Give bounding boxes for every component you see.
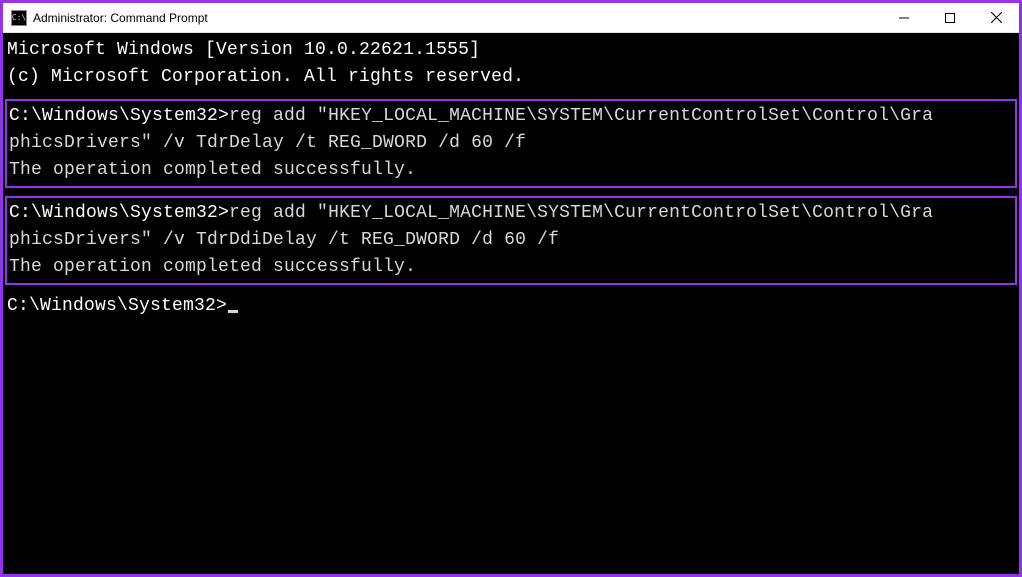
command-result: The operation completed successfully. [9, 157, 1013, 184]
maximize-button[interactable] [927, 3, 973, 32]
command-line-wrap: phicsDrivers" /v TdrDelay /t REG_DWORD /… [9, 130, 1013, 157]
close-button[interactable] [973, 3, 1019, 32]
command-result: The operation completed successfully. [9, 254, 1013, 281]
cmd-icon: C:\ [11, 10, 27, 26]
command-prompt-window: C:\ Administrator: Command Prompt Micros… [3, 3, 1019, 574]
command-line: C:\Windows\System32>reg add "HKEY_LOCAL_… [9, 103, 1013, 130]
window-controls [881, 3, 1019, 32]
highlighted-block-1: C:\Windows\System32>reg add "HKEY_LOCAL_… [5, 99, 1017, 188]
window-title: Administrator: Command Prompt [33, 11, 881, 25]
banner-line: Microsoft Windows [Version 10.0.22621.15… [7, 37, 1015, 64]
highlighted-block-2: C:\Windows\System32>reg add "HKEY_LOCAL_… [5, 196, 1017, 285]
command-line: C:\Windows\System32>reg add "HKEY_LOCAL_… [9, 200, 1013, 227]
banner-line: (c) Microsoft Corporation. All rights re… [7, 64, 1015, 91]
cursor-icon [228, 310, 238, 313]
minimize-button[interactable] [881, 3, 927, 32]
window-titlebar[interactable]: C:\ Administrator: Command Prompt [3, 3, 1019, 33]
prompt-line: C:\Windows\System32> [7, 293, 1015, 320]
terminal-content[interactable]: Microsoft Windows [Version 10.0.22621.15… [3, 33, 1019, 574]
command-line-wrap: phicsDrivers" /v TdrDdiDelay /t REG_DWOR… [9, 227, 1013, 254]
